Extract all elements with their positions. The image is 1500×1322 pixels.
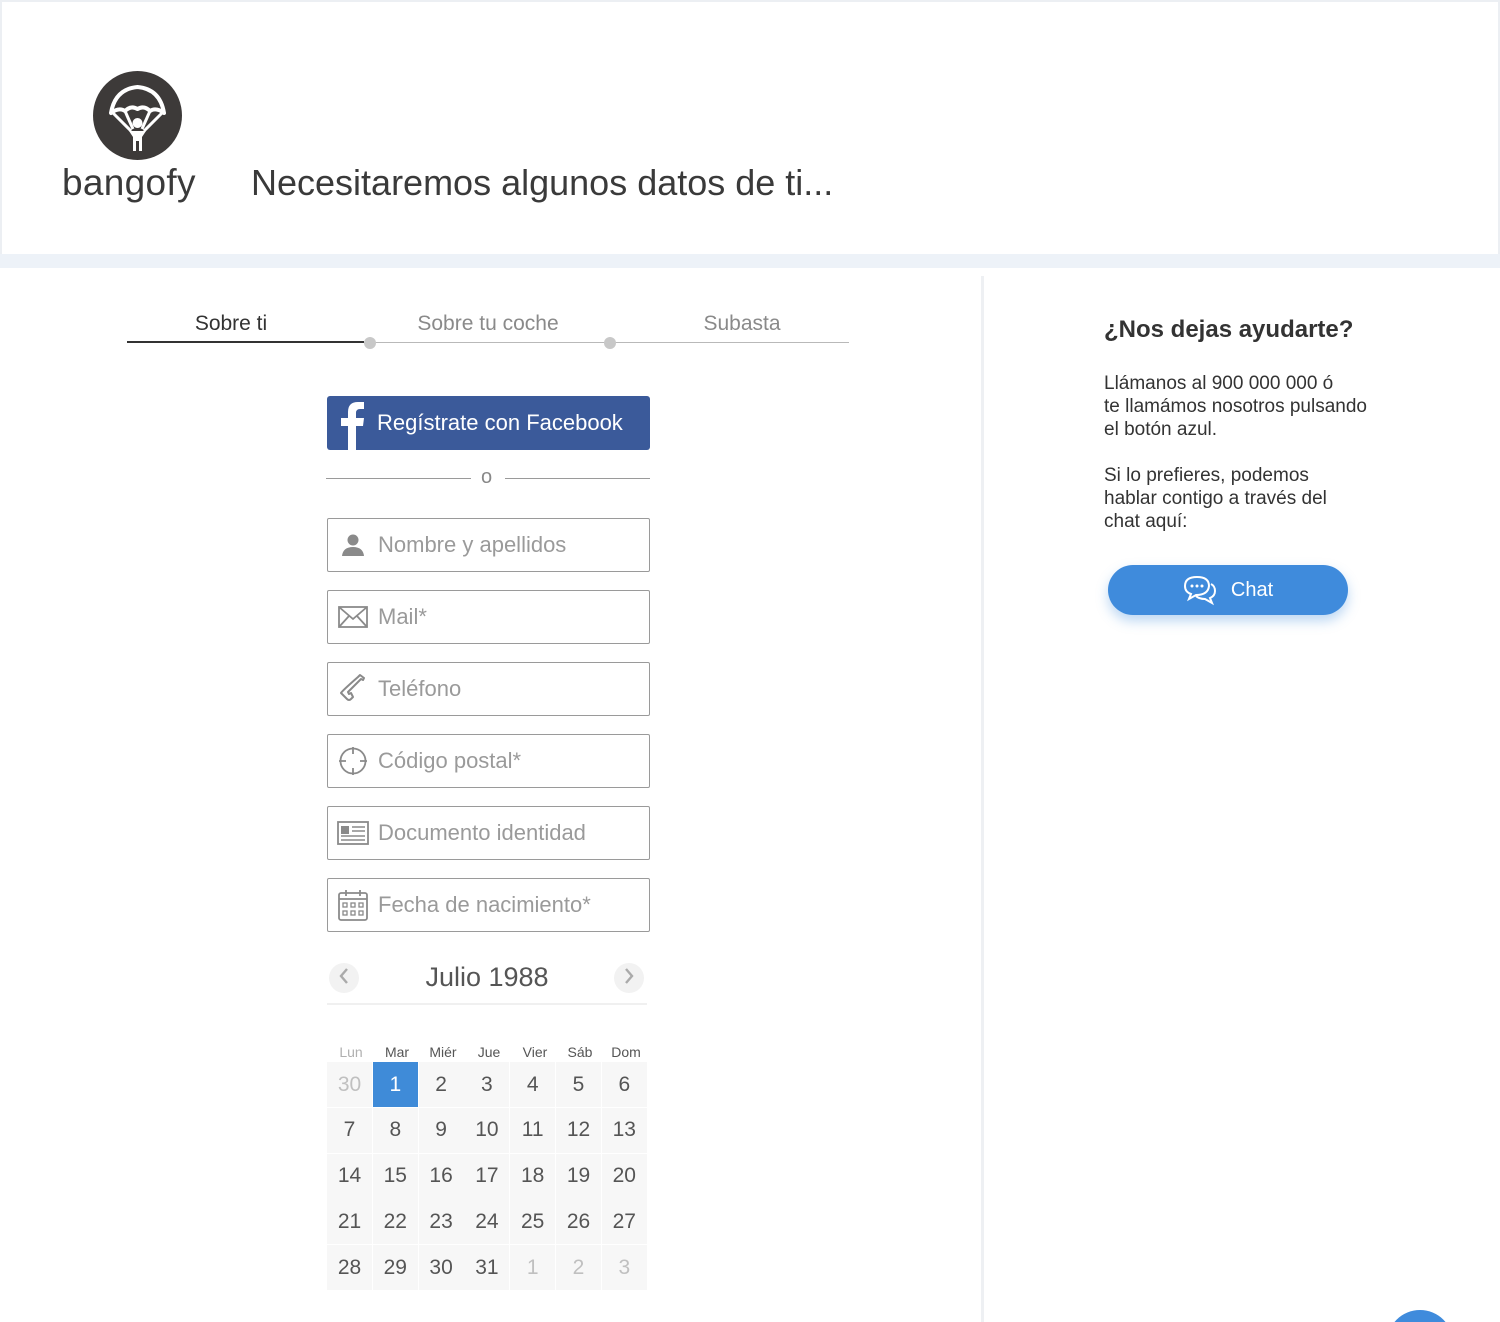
calendar-day[interactable]: 2 bbox=[418, 1062, 464, 1107]
help-line: Llámanos al 900 000 000 ó bbox=[1104, 373, 1334, 394]
calendar-day[interactable]: 11 bbox=[510, 1107, 556, 1153]
document-input[interactable] bbox=[378, 813, 643, 853]
calendar-weekday: Dom bbox=[611, 1044, 641, 1060]
calendar-weekday: Mar bbox=[384, 1044, 410, 1060]
facebook-signup-label: Regístrate con Facebook bbox=[377, 410, 623, 435]
calendar-day[interactable]: 9 bbox=[418, 1107, 464, 1153]
floating-action-button[interactable] bbox=[1387, 1310, 1453, 1322]
calendar-day[interactable]: 20 bbox=[601, 1153, 647, 1199]
separator-text: o bbox=[481, 466, 493, 488]
calendar-day[interactable]: 26 bbox=[556, 1199, 601, 1245]
calendar-day[interactable]: 10 bbox=[464, 1107, 510, 1153]
birthdate-input[interactable] bbox=[378, 885, 643, 925]
calendar-icon bbox=[328, 879, 378, 931]
calendar-day[interactable]: 6 bbox=[601, 1062, 647, 1107]
phone-field[interactable] bbox=[327, 662, 650, 716]
chat-bubbles-icon bbox=[1183, 573, 1217, 607]
name-field[interactable] bbox=[327, 518, 650, 572]
calendar-day[interactable]: 31 bbox=[464, 1245, 510, 1291]
chat-button-label: Chat bbox=[1230, 578, 1274, 601]
parachute-icon[interactable] bbox=[93, 71, 182, 160]
birthdate-field[interactable] bbox=[327, 878, 650, 932]
calendar-day[interactable]: 8 bbox=[372, 1107, 418, 1153]
step-dot bbox=[604, 337, 616, 349]
help-line: te llamámos nosotros pulsando bbox=[1104, 396, 1367, 417]
page-title: Necesitaremos algunos datos de ti... bbox=[251, 162, 834, 203]
calendar-day[interactable]: 3 bbox=[601, 1245, 647, 1291]
phone-input[interactable] bbox=[378, 669, 643, 709]
calendar-day[interactable]: 29 bbox=[372, 1245, 418, 1291]
facebook-icon bbox=[327, 396, 377, 450]
calendar-weekday: Miér bbox=[429, 1044, 457, 1060]
calendar-weekday: Lun bbox=[339, 1044, 363, 1060]
chat-button[interactable]: Chat bbox=[1108, 565, 1348, 615]
separator-line-left bbox=[326, 478, 471, 479]
calendar-day-selected[interactable]: 1 bbox=[372, 1062, 418, 1107]
help-line: hablar contigo a través del bbox=[1104, 488, 1327, 509]
help-line: el botón azul. bbox=[1104, 419, 1218, 440]
calendar-day[interactable]: 15 bbox=[372, 1153, 418, 1199]
step-dot bbox=[364, 337, 376, 349]
calendar-day[interactable]: 1 bbox=[510, 1245, 556, 1291]
step-about-you[interactable]: Sobre ti bbox=[127, 312, 335, 336]
calendar-day[interactable]: 22 bbox=[372, 1199, 418, 1245]
calendar-day[interactable]: 13 bbox=[601, 1107, 647, 1153]
calendar-day[interactable]: 25 bbox=[510, 1199, 556, 1245]
id-card-icon bbox=[328, 807, 378, 859]
brand-name: bangofy bbox=[62, 162, 196, 203]
help-line: Si lo prefieres, podemos bbox=[1104, 465, 1309, 486]
calendar-weekday: Sáb bbox=[567, 1044, 593, 1060]
postal-code-input[interactable] bbox=[378, 741, 643, 781]
calendar-day[interactable]: 18 bbox=[510, 1153, 556, 1199]
calendar-day[interactable]: 14 bbox=[327, 1153, 372, 1199]
envelope-icon bbox=[328, 591, 378, 643]
name-input[interactable] bbox=[378, 525, 643, 565]
phone-icon bbox=[328, 663, 378, 715]
step-auction[interactable]: Subasta bbox=[638, 312, 846, 336]
calendar-day[interactable]: 27 bbox=[601, 1199, 647, 1245]
panel-divider bbox=[981, 276, 984, 1322]
step-about-car[interactable]: Sobre tu coche bbox=[384, 312, 592, 336]
help-title: ¿Nos dejas ayudarte? bbox=[1104, 316, 1354, 343]
help-paragraph-call: Llámanos al 900 000 000 ó te llamámos no… bbox=[1104, 372, 1404, 441]
facebook-signup-button[interactable]: Regístrate con Facebook bbox=[327, 396, 650, 450]
help-line: chat aquí: bbox=[1104, 511, 1188, 532]
calendar-next-button[interactable] bbox=[614, 963, 644, 993]
mail-field[interactable] bbox=[327, 590, 650, 644]
crosshair-icon bbox=[328, 735, 378, 787]
calendar-day[interactable]: 4 bbox=[510, 1062, 556, 1107]
calendar-day[interactable]: 28 bbox=[327, 1245, 372, 1291]
calendar-weekday: Jue bbox=[477, 1044, 501, 1060]
calendar-day[interactable]: 24 bbox=[464, 1199, 510, 1245]
calendar-day[interactable]: 30 bbox=[418, 1245, 464, 1291]
calendar-day[interactable]: 21 bbox=[327, 1199, 372, 1245]
page-header bbox=[0, 0, 1500, 254]
calendar-weekday: Vier bbox=[522, 1044, 548, 1060]
calendar-header: Julio 1988 bbox=[327, 957, 647, 1005]
calendar-day[interactable]: 3 bbox=[464, 1062, 510, 1107]
calendar-day[interactable]: 5 bbox=[556, 1062, 601, 1107]
calendar-day[interactable]: 23 bbox=[418, 1199, 464, 1245]
calendar-day[interactable]: 16 bbox=[418, 1153, 464, 1199]
calendar-day[interactable]: 7 bbox=[327, 1107, 372, 1153]
step-active-indicator bbox=[127, 341, 364, 343]
user-icon bbox=[328, 519, 378, 571]
postal-code-field[interactable] bbox=[327, 734, 650, 788]
calendar-day[interactable]: 30 bbox=[327, 1062, 372, 1107]
calendar-day[interactable]: 17 bbox=[464, 1153, 510, 1199]
header-divider bbox=[0, 254, 1500, 268]
mail-input[interactable] bbox=[378, 597, 643, 637]
chevron-right-icon bbox=[623, 967, 635, 990]
calendar-month-title: Julio 1988 bbox=[425, 962, 549, 992]
document-field[interactable] bbox=[327, 806, 650, 860]
separator-line-right bbox=[505, 478, 650, 479]
calendar-day[interactable]: 12 bbox=[556, 1107, 601, 1153]
calendar-day[interactable]: 2 bbox=[556, 1245, 601, 1291]
help-paragraph-chat: Si lo prefieres, podemos hablar contigo … bbox=[1104, 464, 1404, 533]
calendar-day[interactable]: 19 bbox=[556, 1153, 601, 1199]
